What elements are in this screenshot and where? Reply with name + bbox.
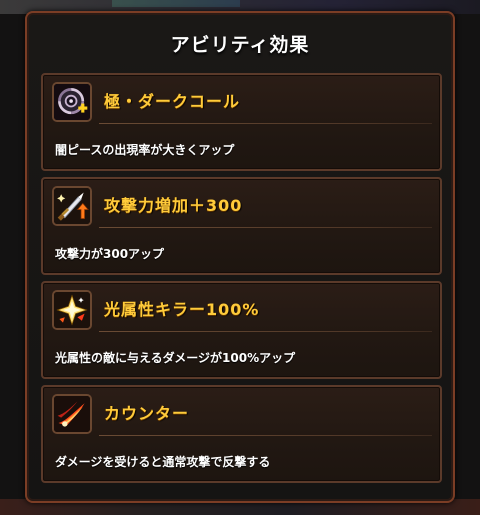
divider	[99, 123, 432, 124]
dark-orb-plus-icon	[52, 82, 92, 122]
ability-name: 極・ダークコール	[104, 92, 241, 111]
ability-card-light-killer[interactable]: 光属性キラー100% 光属性の敵に与えるダメージが100%アップ	[41, 281, 442, 379]
divider	[99, 435, 432, 436]
divider	[99, 331, 432, 332]
ability-description: ダメージを受けると通常攻撃で反撃する	[55, 455, 271, 469]
ability-description: 光属性の敵に与えるダメージが100%アップ	[55, 351, 296, 365]
light-killer-icon	[52, 290, 92, 330]
ability-description: 闇ピースの出現率が大きくアップ	[55, 143, 235, 157]
ability-description: 攻撃力が300アップ	[55, 247, 165, 261]
dialog-title: アビリティ効果	[170, 34, 310, 56]
ability-card-counter[interactable]: カウンター ダメージを受けると通常攻撃で反撃する	[41, 385, 442, 483]
background-hp-bar	[112, 0, 240, 7]
ability-name: 光属性キラー100%	[104, 300, 260, 319]
ability-card-dark-call[interactable]: 極・ダークコール 闇ピースの出現率が大きくアップ	[41, 73, 442, 171]
ability-card-attack-up[interactable]: 攻撃力増加＋300 攻撃力が300アップ	[41, 177, 442, 275]
ability-name: カウンター	[104, 404, 190, 423]
counter-flame-icon	[52, 394, 92, 434]
ability-name: 攻撃力増加＋300	[104, 196, 243, 215]
sword-up-icon	[52, 186, 92, 226]
divider	[99, 227, 432, 228]
